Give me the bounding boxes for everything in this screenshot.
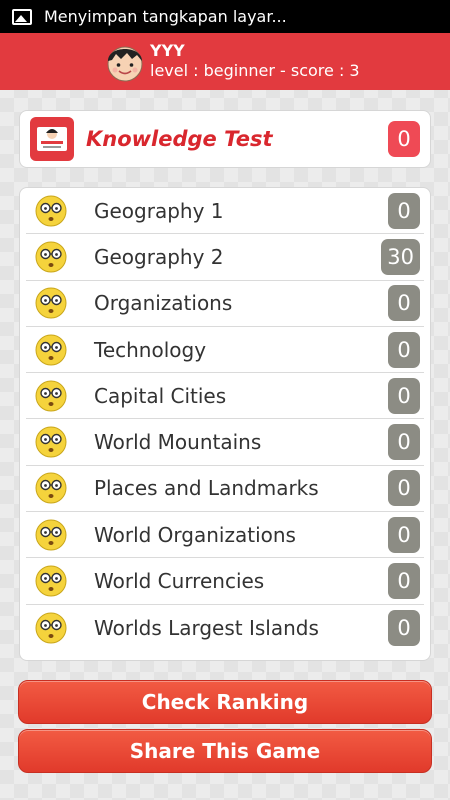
category-label: Geography 2 [94, 244, 224, 269]
category-row-capital-cities[interactable]: Capital Cities 0 [26, 373, 424, 420]
category-row-worlds-largest-islands[interactable]: Worlds Largest Islands 0 [26, 605, 424, 651]
category-score-badge: 0 [388, 285, 420, 322]
category-label: Organizations [94, 291, 233, 316]
nerd-emoji-icon [35, 334, 67, 366]
category-row-technology[interactable]: Technology 0 [26, 327, 424, 374]
user-level-score: level : beginner - score : 3 [150, 61, 360, 80]
category-score-badge: 0 [388, 609, 420, 646]
user-header: YYY level : beginner - score : 3 [0, 33, 450, 90]
nerd-emoji-icon [35, 565, 67, 597]
knowledge-test-title: Knowledge Test [86, 127, 273, 151]
nerd-emoji-icon [35, 426, 67, 458]
share-game-button[interactable]: Share This Game [18, 729, 432, 773]
category-score-badge: 0 [388, 424, 420, 461]
category-label: Worlds Largest Islands [94, 615, 319, 640]
nerd-emoji-icon [35, 472, 67, 504]
category-row-world-currencies[interactable]: World Currencies 0 [26, 558, 424, 605]
check-ranking-button[interactable]: Check Ranking [18, 680, 432, 724]
nerd-emoji-icon [35, 195, 67, 227]
category-score-badge: 30 [381, 238, 420, 275]
category-score-badge: 0 [388, 470, 420, 507]
avatar-icon [107, 46, 143, 82]
status-notification-text: Menyimpan tangkapan layar... [44, 7, 287, 26]
category-row-geography-2[interactable]: Geography 2 30 [26, 234, 424, 281]
category-row-places-and-landmarks[interactable]: Places and Landmarks 0 [26, 466, 424, 513]
category-row-world-mountains[interactable]: World Mountains 0 [26, 419, 424, 466]
category-label: Technology [94, 337, 207, 362]
nerd-emoji-icon [35, 519, 67, 551]
category-row-world-organizations[interactable]: World Organizations 0 [26, 512, 424, 559]
category-score-badge: 0 [388, 331, 420, 368]
category-label: Capital Cities [94, 383, 227, 408]
knowledge-test-card[interactable]: Knowledge Test 0 [19, 110, 431, 168]
nerd-emoji-icon [35, 287, 67, 319]
nerd-emoji-icon [35, 612, 67, 644]
knowledge-test-score-badge: 0 [388, 121, 420, 157]
category-list: Geography 1 0 Geography 2 30 Organizatio… [19, 187, 431, 661]
status-bar: Menyimpan tangkapan layar... [0, 0, 450, 33]
category-score-badge: 0 [388, 377, 420, 414]
category-score-badge: 0 [388, 563, 420, 600]
nerd-emoji-icon [35, 380, 67, 412]
category-score-badge: 0 [388, 516, 420, 553]
category-score-badge: 0 [388, 192, 420, 229]
username: YYY [150, 41, 185, 60]
category-label: Geography 1 [94, 198, 224, 223]
category-label: World Organizations [94, 522, 296, 547]
category-label: World Currencies [94, 569, 265, 594]
nerd-emoji-icon [35, 241, 67, 273]
image-icon [12, 8, 32, 25]
category-row-geography-1[interactable]: Geography 1 0 [26, 188, 424, 235]
category-row-organizations[interactable]: Organizations 0 [26, 281, 424, 327]
knowledge-test-logo-icon [30, 117, 74, 161]
category-label: World Mountains [94, 430, 262, 455]
category-label: Places and Landmarks [94, 476, 319, 501]
